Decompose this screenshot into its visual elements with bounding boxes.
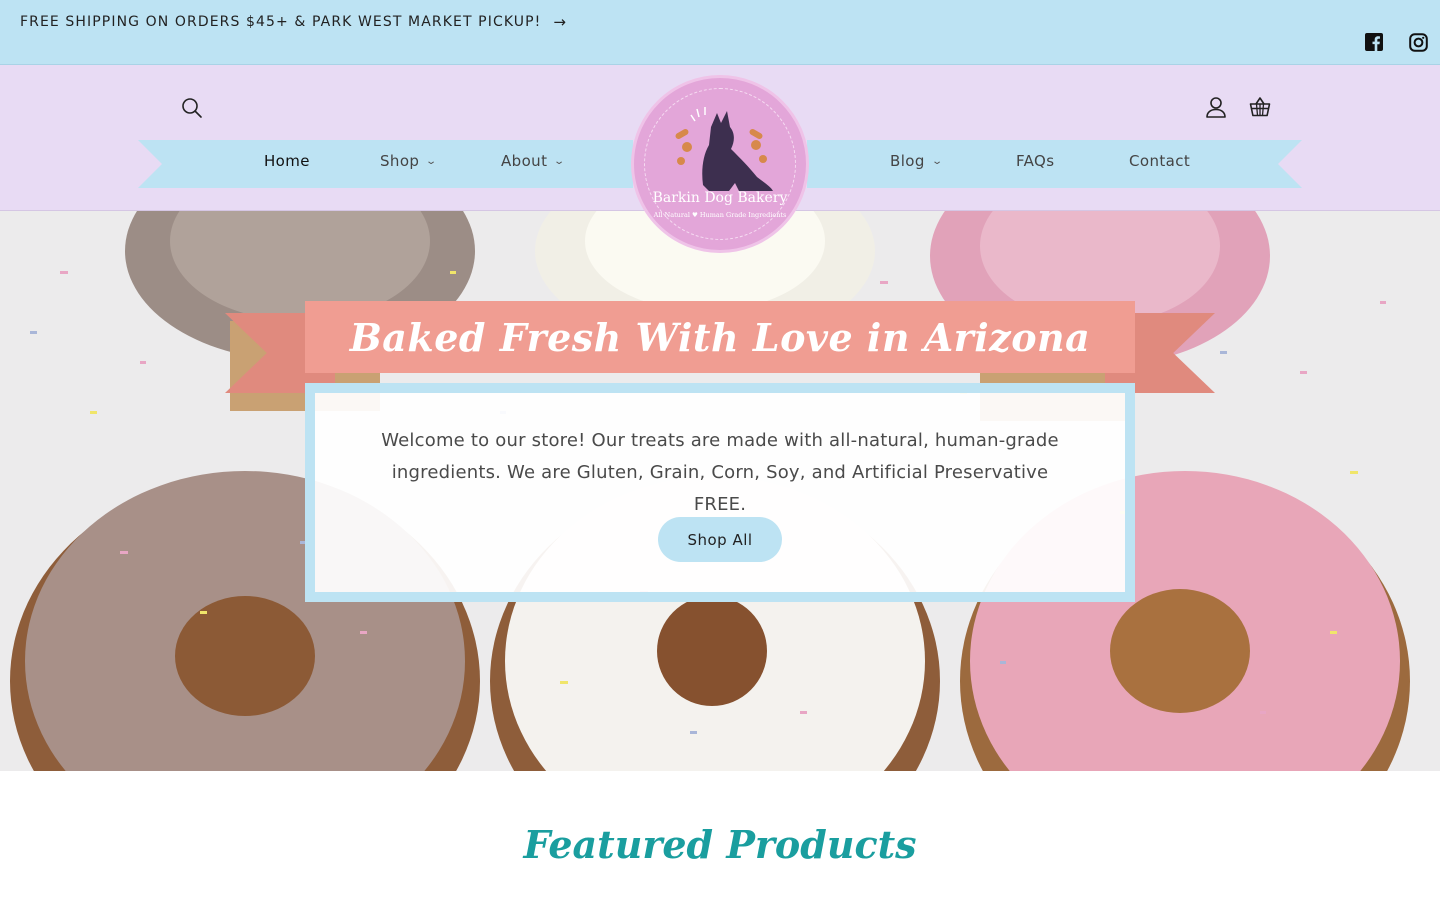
featured-products-heading: Featured Products <box>523 822 917 867</box>
nav-about-label: About <box>501 152 548 170</box>
announcement-link[interactable]: FREE SHIPPING ON ORDERS $45+ & PARK WEST… <box>20 13 567 31</box>
nav-contact-label: Contact <box>1129 152 1191 170</box>
dog-silhouette-icon <box>675 107 773 191</box>
shop-all-button[interactable]: Shop All <box>658 517 782 562</box>
logo-tagline: All Natural ♥ Human Grade Ingredients <box>653 211 787 219</box>
nav-blog-label: Blog <box>890 152 925 170</box>
nav-contact[interactable]: Contact <box>1129 150 1190 172</box>
logo-name: Barkin Dog Bakery <box>652 190 788 206</box>
cart-icon[interactable] <box>1247 94 1273 120</box>
chevron-down-icon: ⌄ <box>425 155 438 167</box>
arrow-right-icon: → <box>553 13 567 31</box>
nav-faqs[interactable]: FAQs <box>1016 150 1054 172</box>
site-logo[interactable]: Barkin Dog Bakery All Natural ♥ Human Gr… <box>631 75 809 253</box>
chevron-down-icon: ⌄ <box>931 155 944 167</box>
instagram-icon[interactable] <box>1407 31 1429 53</box>
hero-banner: Baked Fresh With Love in Arizona <box>305 301 1135 373</box>
chevron-down-icon: ⌄ <box>553 155 566 167</box>
account-icon[interactable] <box>1203 94 1229 120</box>
welcome-text: Welcome to our store! Our treats are mad… <box>381 430 1059 515</box>
welcome-box: Welcome to our store! Our treats are mad… <box>305 383 1135 602</box>
search-icon[interactable] <box>179 95 205 121</box>
announcement-text: FREE SHIPPING ON ORDERS $45+ & PARK WEST… <box>20 14 542 30</box>
nav-about[interactable]: About ⌄ <box>501 150 566 172</box>
announcement-bar: FREE SHIPPING ON ORDERS $45+ & PARK WEST… <box>0 0 1440 65</box>
nav-faqs-label: FAQs <box>1016 152 1055 170</box>
nav-blog[interactable]: Blog ⌄ <box>890 150 944 172</box>
nav-shop-label: Shop <box>380 152 420 170</box>
hero-title: Baked Fresh With Love in Arizona <box>349 314 1091 360</box>
nav-shop[interactable]: Shop ⌄ <box>380 150 438 172</box>
nav-home[interactable]: Home <box>264 150 310 172</box>
facebook-icon[interactable] <box>1363 31 1385 53</box>
nav-home-label: Home <box>264 152 310 170</box>
nav-ribbon-right <box>807 140 1302 188</box>
